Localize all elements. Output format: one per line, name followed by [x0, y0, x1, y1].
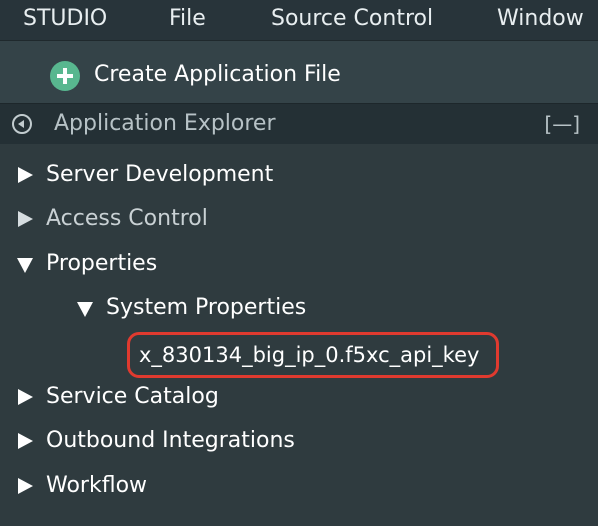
tree-item-label: Access Control — [46, 206, 208, 231]
tree-item-label: x_830134_big_ip_0.f5xc_api_key — [139, 343, 480, 367]
expand-arrow-icon[interactable] — [18, 389, 33, 405]
expand-arrow-icon[interactable] — [18, 167, 33, 183]
application-explorer-header: Application Explorer [—] — [0, 103, 598, 145]
menu-source-control[interactable]: Source Control — [271, 5, 433, 33]
expand-arrow-icon[interactable] — [18, 478, 33, 494]
menu-studio[interactable]: STUDIO — [23, 5, 107, 33]
collapse-arrow-icon[interactable] — [17, 258, 33, 273]
plus-circle-icon — [50, 61, 80, 91]
collapse-arrow-icon[interactable] — [77, 302, 93, 317]
tree-item-label: System Properties — [106, 295, 307, 320]
application-explorer-title: Application Explorer — [54, 111, 276, 136]
menu-bar: STUDIO File Source Control Window — [0, 0, 598, 41]
minimize-panel-button[interactable]: [—] — [544, 111, 580, 137]
tree-item-label: Outbound Integrations — [46, 428, 295, 453]
tree-item-label: Server Development — [46, 162, 274, 187]
tree-item-f5xc-api-key[interactable]: x_830134_big_ip_0.f5xc_api_key — [127, 332, 499, 378]
create-application-file-button[interactable]: Create Application File — [0, 41, 598, 103]
chevron-left-circle-icon[interactable] — [12, 114, 32, 134]
expand-arrow-icon[interactable] — [18, 211, 33, 227]
tree-item-label: Service Catalog — [46, 384, 219, 409]
menu-window[interactable]: Window — [497, 5, 584, 33]
tree-item-label: Properties — [46, 251, 158, 276]
tree-item-label: Workflow — [46, 473, 148, 498]
application-explorer-tree: Server Development Access Control Proper… — [0, 144, 598, 526]
create-application-file-label: Create Application File — [94, 62, 341, 87]
expand-arrow-icon[interactable] — [18, 433, 33, 449]
menu-file[interactable]: File — [169, 5, 206, 33]
